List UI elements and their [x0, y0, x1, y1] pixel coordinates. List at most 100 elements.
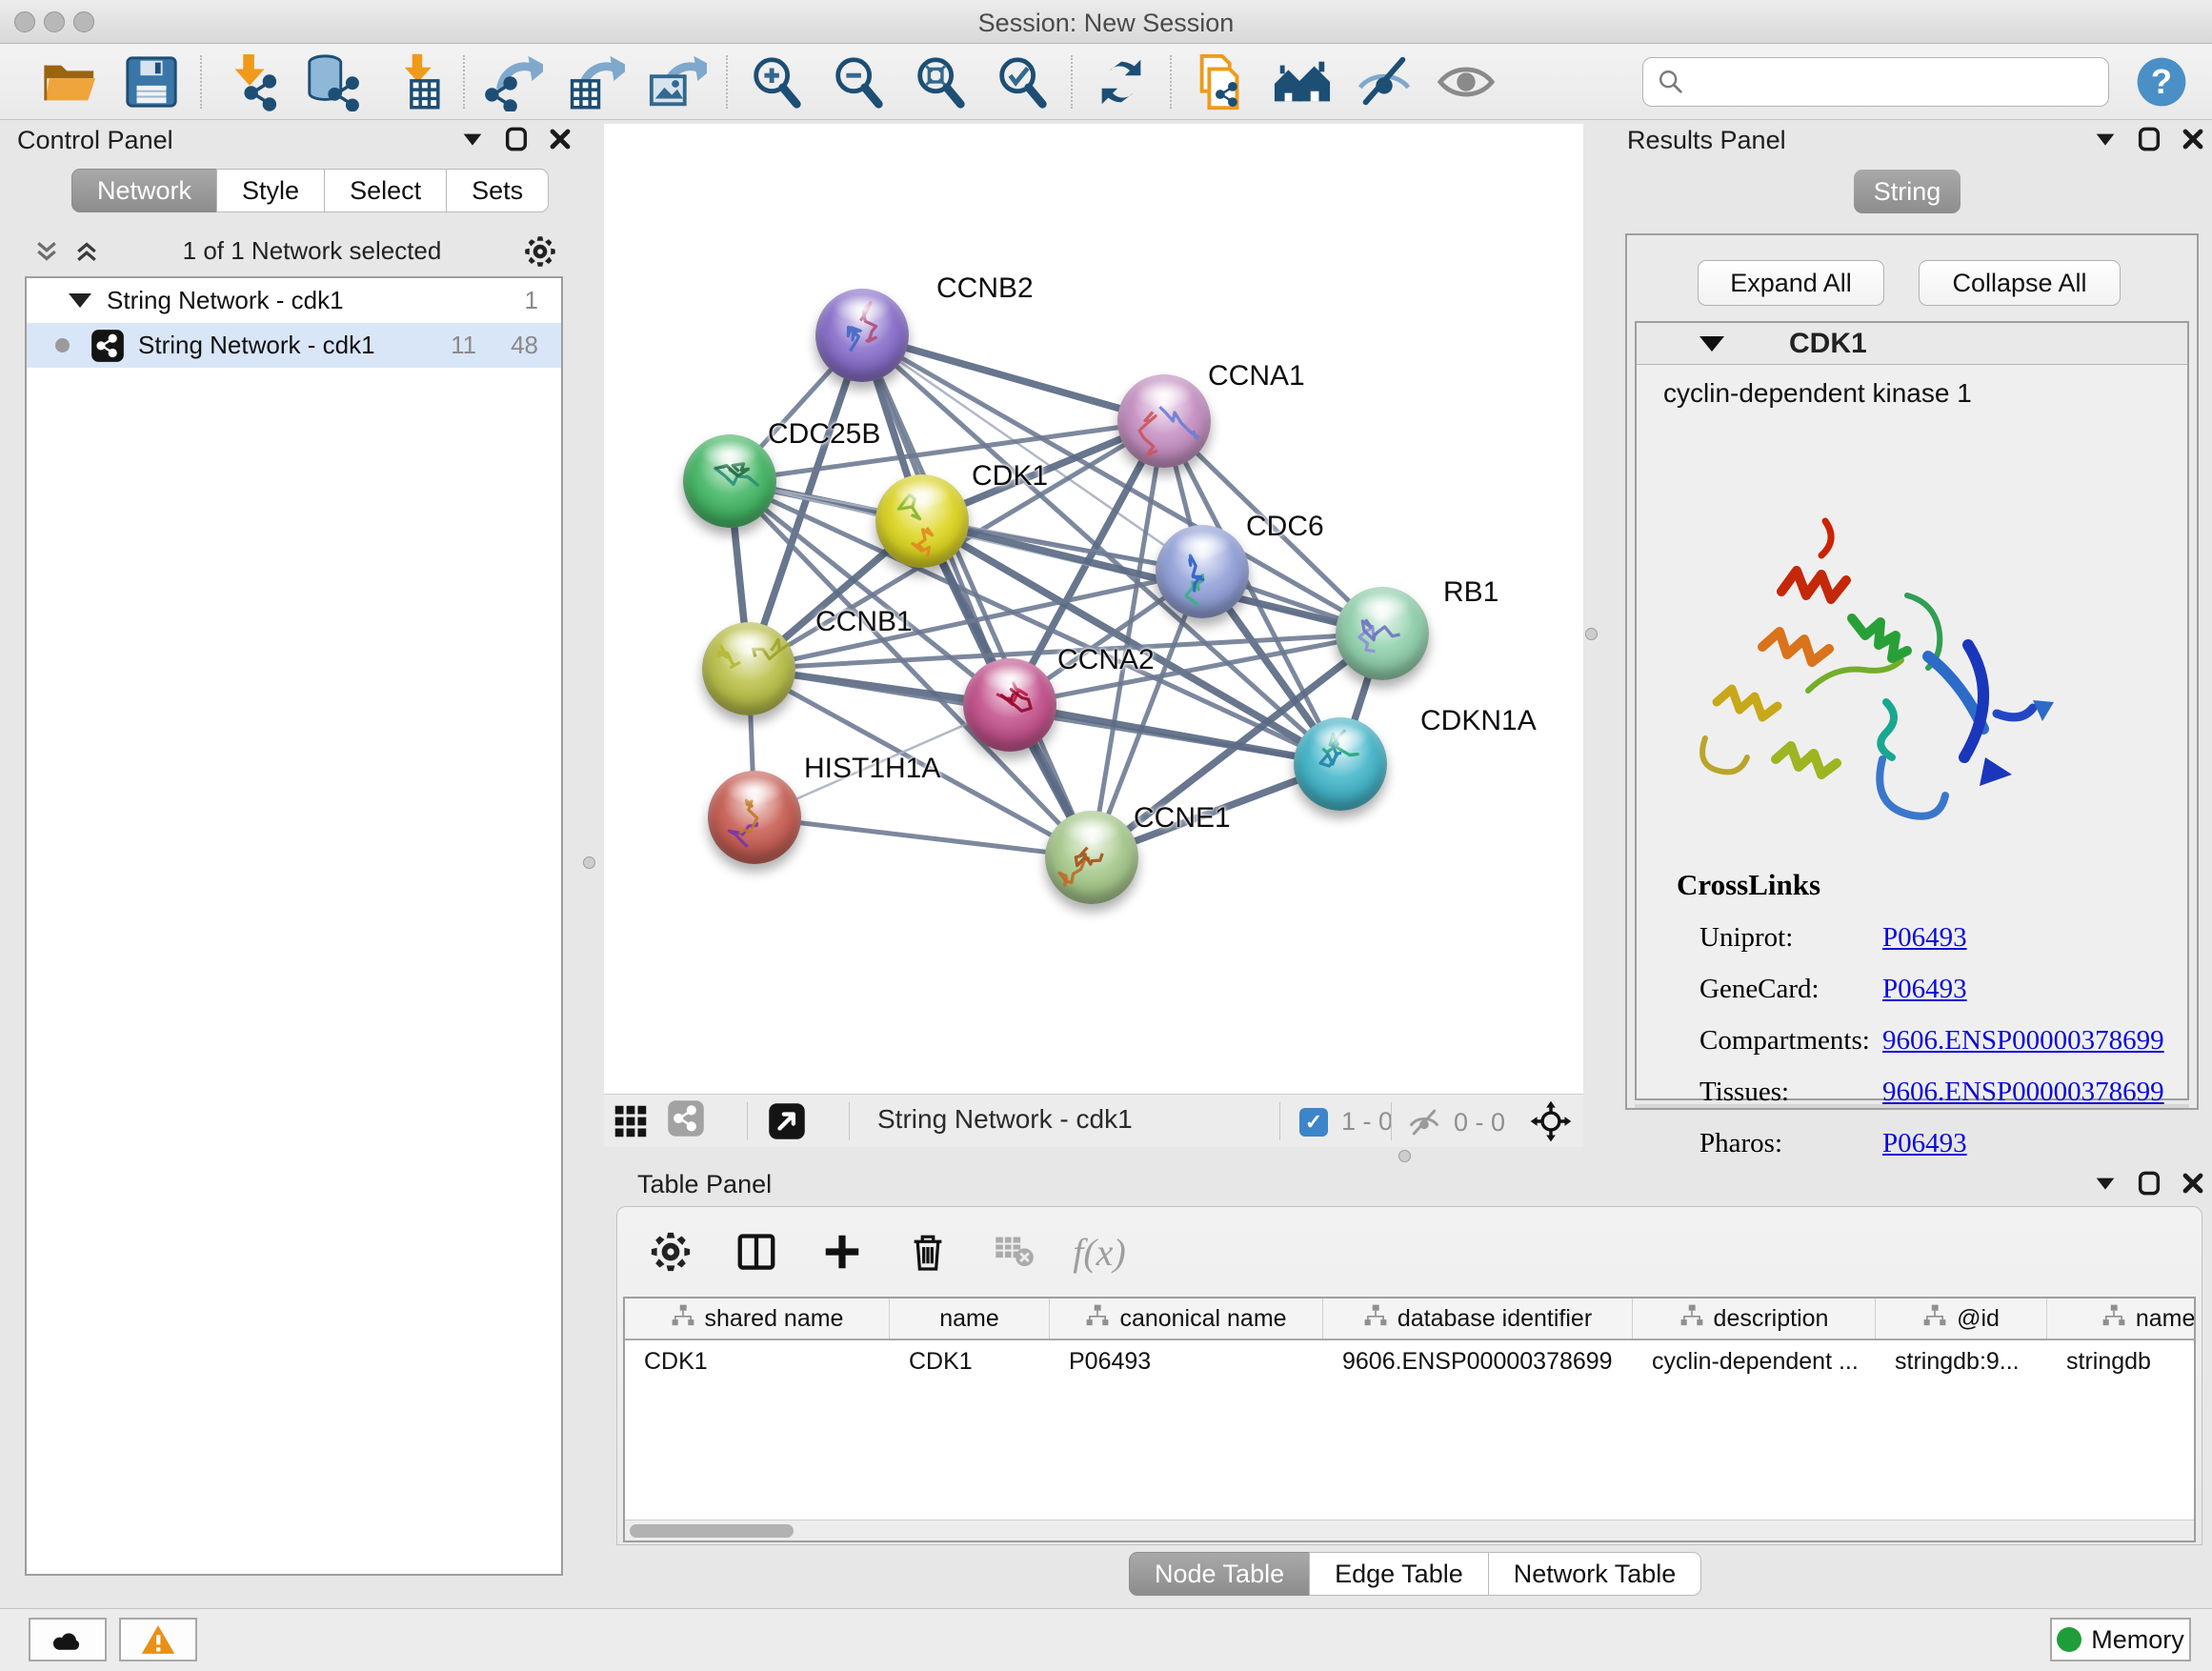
- search-input[interactable]: [1695, 67, 2095, 96]
- close-panel-icon[interactable]: [2178, 1168, 2208, 1205]
- cell-shared-name[interactable]: CDK1: [625, 1348, 890, 1376]
- collapse-panel-icon[interactable]: [2090, 1168, 2121, 1205]
- new-network-from-selection-button[interactable]: [1179, 50, 1261, 114]
- export-image-button[interactable]: [636, 50, 718, 114]
- column-header-description[interactable]: description: [1633, 1299, 1876, 1339]
- tab-select[interactable]: Select: [324, 169, 447, 212]
- apply-preferred-layout-button[interactable]: [1080, 50, 1162, 114]
- first-neighbors-button[interactable]: [1261, 50, 1343, 114]
- network-row[interactable]: String Network - cdk1 11 48: [27, 323, 561, 368]
- help-button[interactable]: ?: [2134, 54, 2189, 110]
- node-CCNA2[interactable]: [963, 658, 1056, 752]
- node-CCNB2[interactable]: [815, 289, 909, 382]
- cell-name[interactable]: CDK1: [890, 1348, 1050, 1376]
- node-RB1[interactable]: [1336, 587, 1429, 680]
- right-splitter-handle[interactable]: [1585, 628, 1598, 640]
- navigator-button[interactable]: [1530, 1100, 1572, 1142]
- node-CDC25B[interactable]: [683, 434, 776, 528]
- cell-database-identifier[interactable]: 9606.ENSP00000378699: [1323, 1348, 1633, 1376]
- cell-namespace[interactable]: stringdb: [2047, 1348, 2196, 1376]
- float-panel-icon[interactable]: [2134, 1168, 2164, 1205]
- column-header-canonical-name[interactable]: canonical name: [1050, 1299, 1323, 1339]
- collection-collapse-icon[interactable]: [69, 293, 91, 308]
- memory-button[interactable]: Memory: [2050, 1618, 2191, 1661]
- crosslink-pharos-link[interactable]: P06493: [1882, 1128, 1967, 1159]
- crosslink-compartments-link[interactable]: 9606.ENSP00000378699: [1882, 1025, 2164, 1057]
- open-session-button[interactable]: [29, 50, 111, 114]
- column-header-shared-name[interactable]: shared name: [625, 1299, 890, 1339]
- collapse-all-button[interactable]: Collapse All: [1919, 260, 2121, 306]
- table-tab-node-table[interactable]: Node Table: [1129, 1552, 1310, 1596]
- show-hide-columns-button[interactable]: [732, 1227, 781, 1277]
- node-HIST1H1A[interactable]: [708, 771, 801, 864]
- network-options-gear-icon[interactable]: [523, 234, 557, 269]
- tab-network[interactable]: Network: [71, 169, 217, 212]
- table-mode-button[interactable]: [646, 1227, 695, 1277]
- network-collection-row[interactable]: String Network - cdk1 1: [27, 278, 561, 323]
- network-canvas[interactable]: CCNB2CCNA1CDC25BCDK1CDC6RB1CCNB1CCNA2CDK…: [604, 124, 1583, 1094]
- expand-all-button[interactable]: Expand All: [1698, 260, 1884, 306]
- node-CDC6[interactable]: [1156, 525, 1249, 618]
- warnings-button[interactable]: [119, 1618, 197, 1661]
- open-in-new-button[interactable]: [768, 1102, 806, 1140]
- share-view-button[interactable]: [667, 1102, 705, 1140]
- node-CCNA1[interactable]: [1117, 374, 1211, 468]
- close-panel-icon[interactable]: [545, 124, 575, 161]
- cell-canonical-name[interactable]: P06493: [1050, 1348, 1323, 1376]
- zoom-in-button[interactable]: [735, 50, 817, 114]
- search-box[interactable]: [1642, 57, 2109, 107]
- table-row[interactable]: CDK1CDK1P064939606.ENSP00000378699cyclin…: [625, 1340, 2194, 1382]
- table-horizontal-scrollbar[interactable]: [625, 1520, 2194, 1540]
- node-section-header[interactable]: CDK1: [1637, 323, 2187, 365]
- crosslink-genecard-link[interactable]: P06493: [1882, 974, 1967, 1005]
- hide-selected-button[interactable]: [1343, 50, 1425, 114]
- tab-style[interactable]: Style: [216, 169, 325, 212]
- delete-columns-button[interactable]: [903, 1227, 953, 1277]
- crosslink-uniprot-link[interactable]: P06493: [1882, 922, 1967, 954]
- zoom-out-button[interactable]: [817, 50, 899, 114]
- refresh-icon: [1092, 52, 1151, 111]
- cell-description[interactable]: cyclin-dependent ...: [1633, 1348, 1876, 1376]
- import-network-from-database-button[interactable]: [292, 50, 373, 114]
- float-panel-icon[interactable]: [501, 124, 532, 161]
- section-collapse-icon[interactable]: [1699, 336, 1724, 352]
- node-CDK1[interactable]: [875, 474, 969, 568]
- tab-sets[interactable]: Sets: [446, 169, 549, 212]
- collapse-panel-icon[interactable]: [457, 124, 488, 161]
- cloud-status-button[interactable]: [29, 1618, 107, 1661]
- import-network-from-file-button[interactable]: [210, 50, 292, 114]
- show-all-button[interactable]: [1425, 50, 1507, 114]
- create-column-button[interactable]: [817, 1227, 867, 1277]
- horizontal-splitter-handle[interactable]: [1398, 1150, 1411, 1162]
- expand-all-networks-icon[interactable]: [32, 237, 61, 266]
- results-tab-string[interactable]: String: [1854, 170, 1961, 213]
- node-CDKN1A[interactable]: [1294, 717, 1387, 811]
- crosslink-tissues-link[interactable]: 9606.ENSP00000378699: [1882, 1077, 2164, 1108]
- table-tab-network-table[interactable]: Network Table: [1488, 1552, 1702, 1596]
- close-panel-icon[interactable]: [2178, 124, 2208, 161]
- zoom-fit-button[interactable]: [899, 50, 981, 114]
- column-header-database-identifier[interactable]: database identifier: [1323, 1299, 1633, 1339]
- column-header-name[interactable]: name: [890, 1299, 1050, 1339]
- selected-checkbox-icon[interactable]: ✓: [1299, 1108, 1328, 1137]
- results-scroll-strip[interactable]: [1635, 1104, 2189, 1108]
- column-header-namespace[interactable]: namespace: [2047, 1299, 2196, 1339]
- collapse-all-networks-icon[interactable]: [72, 237, 101, 266]
- cell--id[interactable]: stringdb:9...: [1876, 1348, 2047, 1376]
- import-table-from-file-button[interactable]: [373, 50, 455, 114]
- export-network-button[interactable]: [473, 50, 554, 114]
- column-header--id[interactable]: @id: [1876, 1299, 2047, 1339]
- left-splitter-handle[interactable]: [583, 856, 595, 869]
- node-table[interactable]: shared namenamecanonical namedatabase id…: [623, 1297, 2196, 1542]
- node-CCNE1[interactable]: [1045, 811, 1138, 904]
- node-CCNB1[interactable]: [702, 622, 795, 715]
- collapse-panel-icon[interactable]: [2090, 124, 2121, 161]
- zoom-selected-button[interactable]: [981, 50, 1063, 114]
- table-tab-edge-table[interactable]: Edge Table: [1309, 1552, 1489, 1596]
- grid-view-button[interactable]: [612, 1102, 650, 1140]
- float-panel-icon[interactable]: [2134, 124, 2164, 161]
- edge-HIST1H1A-CCNE1[interactable]: [754, 817, 1092, 857]
- scrollbar-thumb[interactable]: [630, 1524, 794, 1538]
- export-table-button[interactable]: [554, 50, 636, 114]
- save-session-button[interactable]: [111, 50, 192, 114]
